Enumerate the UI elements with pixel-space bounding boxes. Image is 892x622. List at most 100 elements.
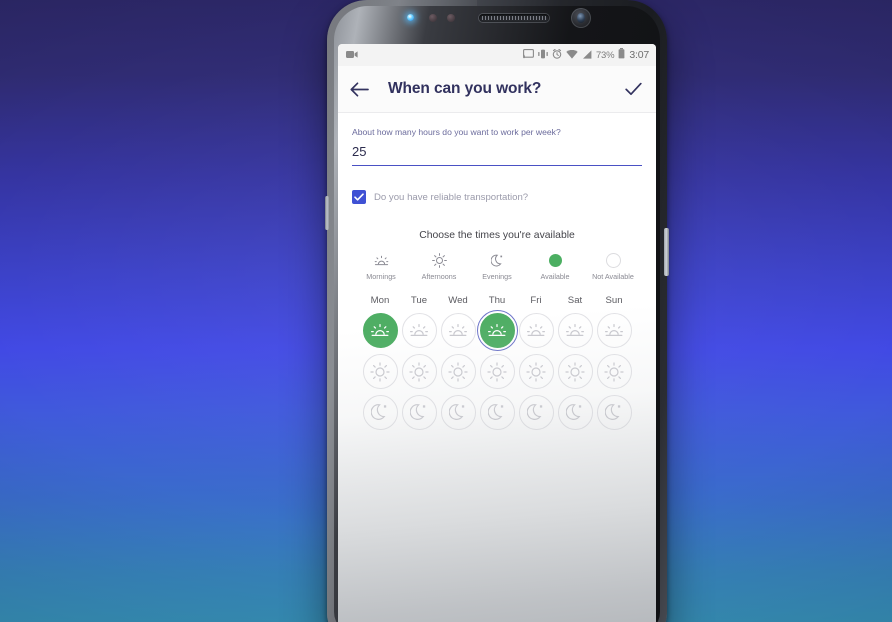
availability-slot-sat-mornings[interactable] [557, 313, 593, 348]
vibrate-icon [538, 46, 548, 64]
hours-input-wrapper[interactable] [352, 143, 642, 166]
sunrise-icon [526, 323, 546, 339]
availability-slot-tue-evenings[interactable] [401, 395, 437, 430]
sunrise-icon [565, 323, 585, 339]
sunrise-icon [409, 323, 429, 339]
earpiece-speaker [479, 14, 549, 22]
day-label-sat: Sat [567, 295, 583, 306]
day-label-fri: Fri [530, 295, 542, 306]
sun-icon [448, 361, 468, 382]
legend-item-not-available: Not Available [591, 253, 635, 281]
legend-item-afternoons: Afternoons [417, 253, 461, 281]
availability-slot-sat-evenings[interactable] [557, 395, 593, 430]
availability-slot-sun-evenings[interactable] [596, 395, 632, 430]
availability-row-mornings [338, 310, 656, 351]
availability-slot-tue-afternoons[interactable] [401, 354, 437, 389]
phone-device-mockup: 73% 3:07 When can you work? About how ma… [325, 0, 669, 622]
proximity-sensor-icon [429, 14, 437, 22]
battery-percent-label: 73% [595, 49, 615, 61]
legend-item-evenings: Evenings [475, 253, 519, 281]
moon-icon [527, 403, 545, 422]
availability-row-evenings [338, 395, 656, 430]
phone-screen-frame: 73% 3:07 When can you work? About how ma… [338, 44, 656, 622]
moon-icon [371, 403, 389, 422]
volume-button[interactable] [325, 196, 329, 230]
hours-per-week-input[interactable] [352, 144, 642, 159]
moon-icon [605, 403, 623, 422]
battery-icon [618, 46, 625, 64]
availability-slot-thu-mornings[interactable] [476, 310, 518, 351]
day-label-mon: Mon [370, 295, 390, 306]
status-bar: 73% 3:07 [338, 44, 656, 66]
legend-label: Available [540, 272, 570, 281]
signal-icon [582, 46, 592, 64]
sunrise-icon [604, 323, 624, 339]
front-camera-icon [571, 8, 591, 28]
checkmark-icon[interactable] [625, 82, 642, 96]
sunrise-icon [448, 323, 468, 339]
empty-circle-icon [605, 253, 621, 268]
day-label-tue: Tue [410, 295, 428, 306]
sun-icon [409, 361, 429, 382]
legend-label: Afternoons [421, 272, 457, 281]
transportation-checkbox[interactable] [352, 190, 366, 204]
availability-slot-sun-mornings[interactable] [596, 313, 632, 348]
sun-icon [604, 361, 624, 382]
availability-legend: Mornings Afternoons Evenings Available N… [338, 253, 656, 281]
day-header-row: Mon Tue Wed Thu Fri Sat Sun [338, 295, 656, 306]
screenshot-stage: 73% 3:07 When can you work? About how ma… [0, 0, 892, 622]
availability-row-afternoons [338, 354, 656, 389]
availability-slot-sat-afternoons[interactable] [557, 354, 593, 389]
legend-label: Not Available [592, 272, 634, 281]
power-button[interactable] [664, 228, 669, 276]
video-camera-icon [346, 46, 358, 64]
legend-item-mornings: Mornings [359, 253, 403, 281]
legend-item-available: Available [533, 253, 577, 281]
transportation-label: Do you have reliable transportation? [374, 191, 529, 203]
status-bar-left [346, 46, 358, 64]
sun-icon [370, 361, 390, 382]
availability-slot-mon-evenings[interactable] [362, 395, 398, 430]
moon-icon [566, 403, 584, 422]
availability-slot-fri-afternoons[interactable] [518, 354, 554, 389]
day-label-thu: Thu [488, 295, 506, 306]
availability-slot-wed-evenings[interactable] [440, 395, 476, 430]
sunrise-icon [370, 323, 390, 339]
sun-icon [487, 361, 507, 382]
availability-section: Choose the times you're available Mornin [338, 230, 656, 436]
availability-slot-mon-afternoons[interactable] [362, 354, 398, 389]
availability-slot-fri-evenings[interactable] [518, 395, 554, 430]
cast-icon [522, 46, 534, 64]
page-title: When can you work? [388, 80, 542, 97]
moon-icon [488, 403, 506, 422]
availability-slot-sun-afternoons[interactable] [596, 354, 632, 389]
status-bar-clock: 3:07 [629, 49, 649, 61]
availability-slot-mon-mornings[interactable] [362, 313, 398, 348]
sunrise-icon [487, 323, 507, 339]
legend-label: Evenings [482, 272, 512, 281]
light-sensor-icon [447, 14, 455, 22]
availability-slot-fri-mornings[interactable] [518, 313, 554, 348]
phone-screen: 73% 3:07 When can you work? About how ma… [338, 44, 656, 622]
wifi-icon [566, 46, 578, 64]
work-preferences-form: About how many hours do you want to work… [338, 113, 656, 204]
moon-icon [449, 403, 467, 422]
moon-icon [410, 403, 428, 422]
availability-slot-wed-mornings[interactable] [440, 313, 476, 348]
sun-icon [526, 361, 546, 382]
availability-heading: Choose the times you're available [419, 230, 575, 241]
availability-slot-wed-afternoons[interactable] [440, 354, 476, 389]
filled-circle-icon [548, 253, 562, 268]
availability-slot-thu-evenings[interactable] [479, 395, 515, 430]
sunrise-icon [374, 253, 389, 268]
legend-label: Mornings [366, 272, 396, 281]
transportation-question-row[interactable]: Do you have reliable transportation? [352, 190, 642, 204]
day-label-sun: Sun [605, 295, 623, 306]
back-arrow-icon[interactable] [350, 81, 369, 97]
alarm-icon [552, 46, 562, 64]
availability-slot-tue-mornings[interactable] [401, 313, 437, 348]
status-bar-right: 73% 3:07 [522, 46, 649, 64]
availability-slot-thu-afternoons[interactable] [479, 354, 515, 389]
hours-question-label: About how many hours do you want to work… [352, 127, 561, 137]
sun-icon [431, 253, 447, 268]
